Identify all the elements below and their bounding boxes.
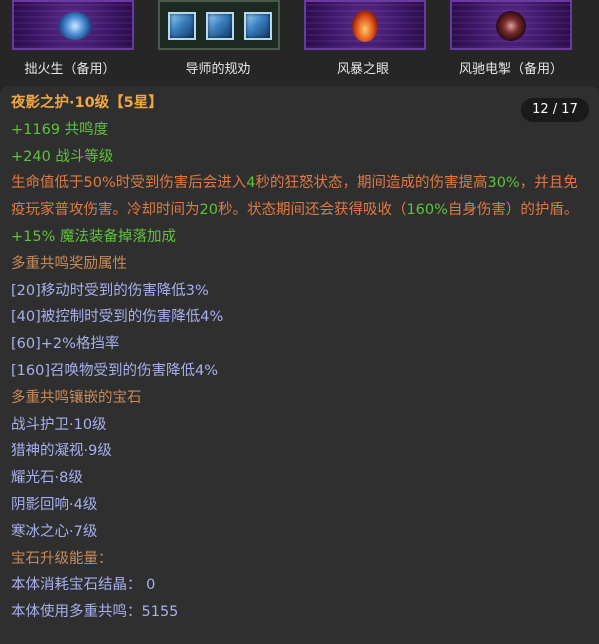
item-label-1: 拙火生（备用） bbox=[24, 62, 116, 77]
gem-line: 寒冰之心·7级 bbox=[11, 523, 98, 540]
desc-part-2: 秒的狂怒状态，期间造成的伤害提高 bbox=[255, 175, 488, 192]
effect-description: 生命值低于50%时受到伤害后会进入4秒的狂怒状态，期间造成的伤害提高30%，并且… bbox=[11, 170, 591, 224]
desc-value-damage: 30% bbox=[487, 175, 520, 192]
stat-magic-drop: +15% 魔法装备掉落加成 bbox=[11, 228, 176, 245]
bonus-header: 多重共鸣奖励属性 bbox=[11, 255, 127, 272]
stat-combat-level: +240 战斗等级 bbox=[11, 148, 114, 165]
item-slot-3[interactable]: 风暴之眼 bbox=[300, 0, 440, 86]
bonus-line: [40]被控制时受到的伤害降低4% bbox=[11, 309, 224, 326]
item-tooltip: 12 / 17 夜影之护·10级【5星】 +1169 共鸣度 +240 战斗等级… bbox=[0, 86, 599, 644]
tooltip-title: 夜影之护·10级【5星】 bbox=[11, 95, 163, 111]
upgrade-header: 宝石升级能量： bbox=[11, 550, 113, 567]
bonus-line: [160]召唤物受到的伤害降低4% bbox=[11, 362, 218, 379]
gem-line: 耀光石·8级 bbox=[11, 470, 83, 487]
upgrade-line: 本体使用多重共鸣：5155 bbox=[11, 604, 179, 621]
dark-orb-rune-icon bbox=[450, 0, 572, 50]
desc-value-cooldown: 20 bbox=[199, 202, 218, 219]
tooltip-body: 夜影之护·10级【5星】 +1169 共鸣度 +240 战斗等级 生命值低于50… bbox=[11, 90, 591, 626]
stat-resonance: +1169 共鸣度 bbox=[11, 121, 109, 138]
item-label-2: 导师的规劝 bbox=[185, 62, 251, 77]
item-strip: 拙火生（备用） 导师的规劝 风暴之眼 风驰电掣（备用） bbox=[0, 0, 599, 86]
desc-part-5: 自身伤害）的护盾。 bbox=[447, 202, 579, 219]
item-slot-4[interactable]: 风驰电掣（备用） bbox=[446, 0, 586, 86]
desc-value-absorb: 160% bbox=[406, 202, 448, 219]
upgrade-line: 本体消耗宝石结晶： 0 bbox=[11, 577, 156, 594]
bonus-line: [20]移动时受到的伤害降低3% bbox=[11, 282, 209, 299]
blue-swirl-rune-icon bbox=[12, 0, 134, 50]
desc-part-4: 秒。状态期间还会获得吸收（ bbox=[217, 202, 407, 219]
item-label-3: 风暴之眼 bbox=[336, 62, 389, 77]
three-blue-gems-icon bbox=[158, 0, 280, 50]
desc-part-1: 生命值低于50%时受到伤害后会进入 bbox=[11, 175, 247, 192]
bonus-line: [60]+2%格挡率 bbox=[11, 336, 120, 353]
item-slot-1[interactable]: 拙火生（备用） bbox=[0, 0, 140, 86]
gem-line: 阴影回响·4级 bbox=[11, 496, 98, 513]
gem-line: 战斗护卫·10级 bbox=[11, 416, 107, 433]
item-slot-2[interactable]: 导师的规劝 bbox=[150, 0, 290, 86]
flame-rune-icon bbox=[304, 0, 426, 50]
gem-line: 猎神的凝视·9级 bbox=[11, 443, 112, 460]
item-label-4: 风驰电掣（备用） bbox=[458, 62, 563, 77]
gems-header: 多重共鸣镶嵌的宝石 bbox=[11, 389, 142, 406]
